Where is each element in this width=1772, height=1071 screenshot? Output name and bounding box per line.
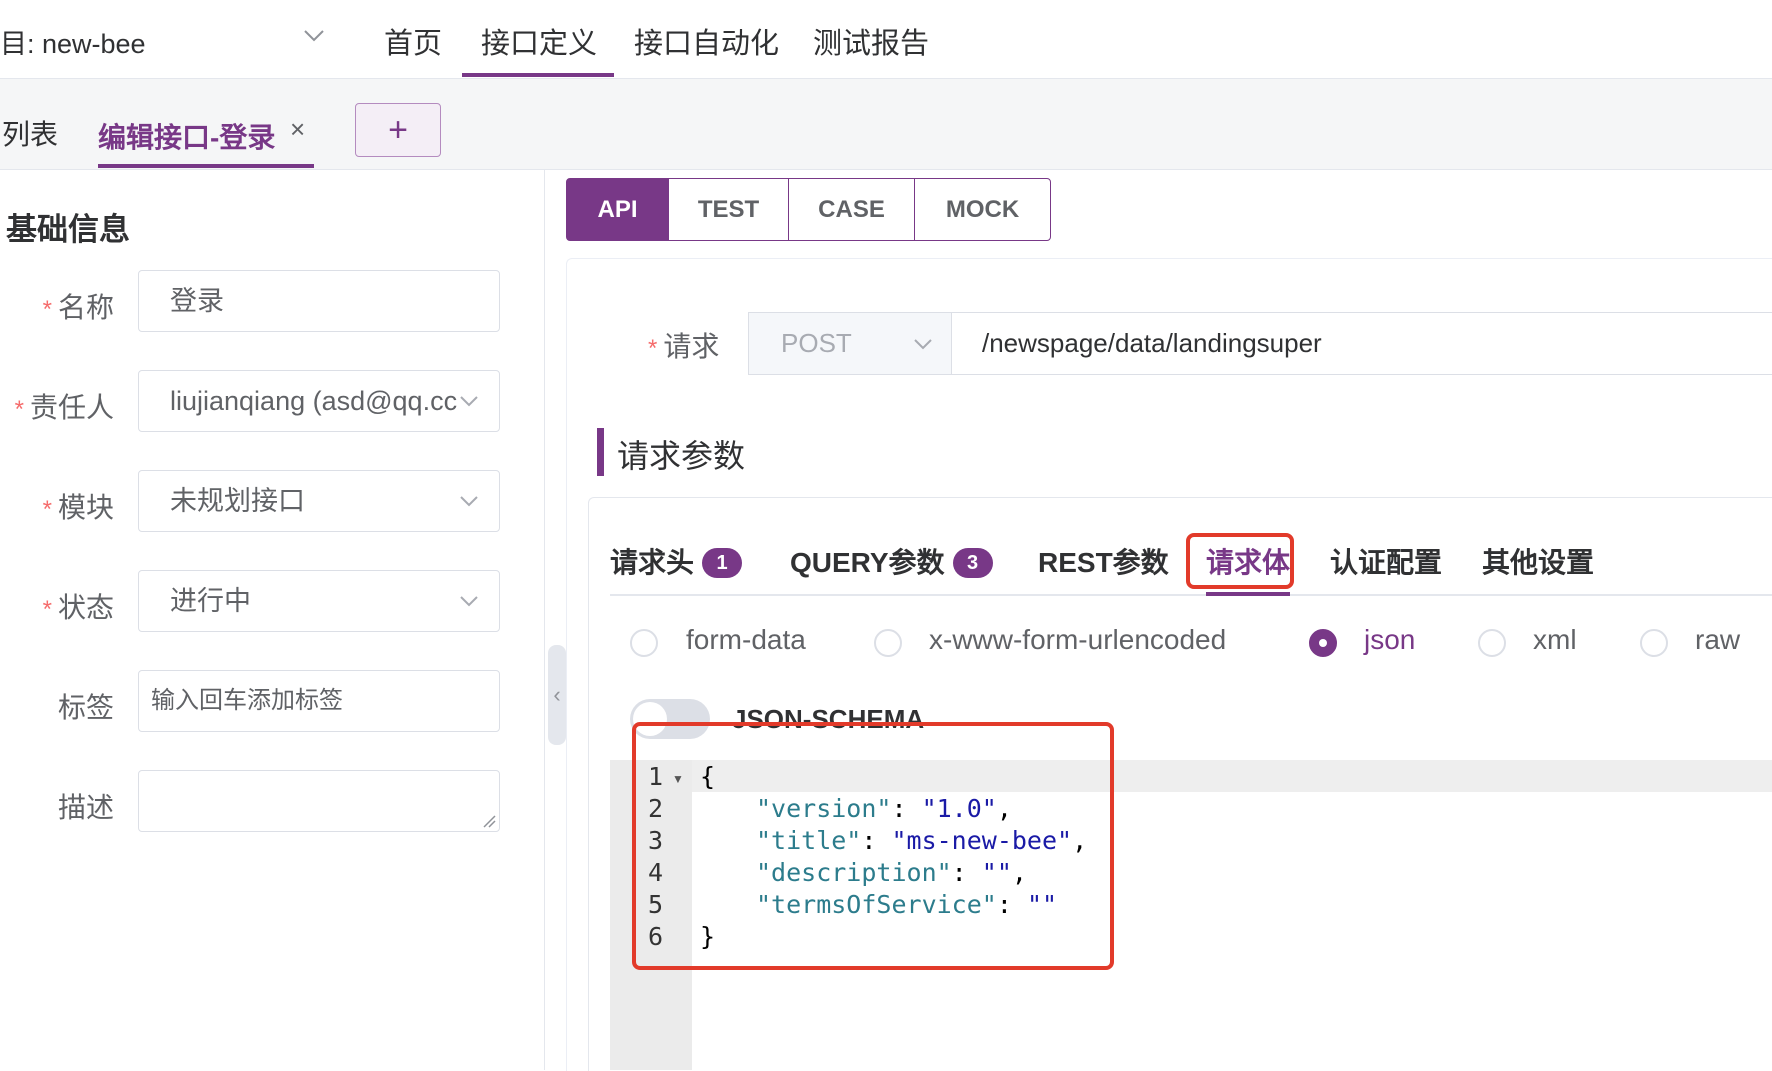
description-textarea[interactable] — [138, 770, 500, 832]
section-accent-bar — [597, 428, 604, 476]
close-icon[interactable]: × — [290, 114, 305, 145]
headers-count-badge: 1 — [702, 548, 743, 578]
module-select[interactable]: 未规划接口 — [138, 470, 500, 532]
panel-splitter[interactable]: ‹ — [548, 645, 566, 745]
radio-raw[interactable] — [1640, 629, 1668, 657]
tab-active-indicator — [98, 164, 314, 168]
nav-tab-api-definition[interactable]: 接口定义 — [481, 20, 597, 62]
tab-request-headers[interactable]: 请求头 1 — [610, 541, 743, 581]
tab-active-indicator — [1206, 592, 1290, 596]
highlight-box-body-tab — [1186, 533, 1294, 589]
tags-input[interactable]: 输入回车添加标签 — [138, 670, 500, 732]
module-label: * 模块 — [42, 492, 114, 523]
add-tab-button[interactable]: + — [355, 103, 441, 157]
nav-tab-api-automation[interactable]: 接口自动化 — [634, 20, 779, 62]
tabs-divider — [610, 594, 1772, 596]
radio-label-x-www-form-urlencoded[interactable]: x-www-form-urlencoded — [929, 624, 1226, 656]
name-label: * 名称 — [42, 292, 114, 323]
chevron-down-icon[interactable] — [302, 26, 326, 46]
chevron-down-icon — [914, 339, 932, 350]
mode-tab-api[interactable]: API — [566, 178, 669, 241]
owner-value: liujianqiang (asd@qq.cc — [170, 386, 458, 416]
request-params-title: 请求参数 — [617, 438, 746, 474]
query-count-badge: 3 — [952, 548, 993, 578]
nav-tab-test-report[interactable]: 测试报告 — [813, 20, 929, 62]
tab-edit-api-login[interactable]: 编辑接口-登录 — [98, 116, 275, 156]
status-select[interactable]: 进行中 — [138, 570, 500, 632]
mode-tab-mock[interactable]: MOCK — [914, 178, 1051, 241]
owner-label: * 责任人 — [14, 392, 114, 423]
tab-rest-params[interactable]: REST参数 — [1038, 541, 1169, 581]
method-select[interactable]: POST — [748, 312, 952, 375]
tags-label: 标签 — [57, 692, 114, 723]
tab-list[interactable]: 列表 — [2, 113, 58, 153]
highlight-box-json-body — [632, 722, 1114, 970]
basic-info-title: 基础信息 — [6, 212, 130, 247]
project-selector[interactable]: 目: new-bee — [0, 22, 146, 61]
chevron-down-icon — [460, 496, 478, 507]
status-label: * 状态 — [42, 592, 114, 623]
radio-label-raw[interactable]: raw — [1695, 624, 1740, 656]
request-label: * 请求 — [648, 331, 720, 362]
radio-xml[interactable] — [1478, 629, 1506, 657]
resize-grip-icon[interactable] — [482, 814, 496, 828]
url-input[interactable]: /newspage/data/landingsuper — [951, 312, 1772, 375]
radio-label-json[interactable]: json — [1364, 624, 1415, 656]
chevron-down-icon — [460, 596, 478, 607]
name-field[interactable]: 登录 — [138, 270, 500, 332]
tab-other-settings[interactable]: 其他设置 — [1482, 541, 1594, 581]
tab-query-params[interactable]: QUERY参数 3 — [790, 541, 993, 581]
nav-tab-home[interactable]: 首页 — [384, 20, 442, 62]
description-label: 描述 — [57, 792, 114, 823]
chevron-down-icon — [460, 396, 478, 407]
method-value: POST — [781, 328, 852, 358]
radio-form-data[interactable] — [630, 629, 658, 657]
tab-auth-config[interactable]: 认证配置 — [1330, 541, 1442, 581]
status-value: 进行中 — [170, 586, 251, 616]
mode-tab-test[interactable]: TEST — [668, 178, 789, 241]
radio-label-form-data[interactable]: form-data — [686, 624, 806, 656]
mode-tab-case[interactable]: CASE — [788, 178, 915, 241]
nav-active-indicator — [462, 73, 614, 77]
owner-select[interactable]: liujianqiang (asd@qq.cc — [138, 370, 500, 432]
radio-x-www-form-urlencoded[interactable] — [874, 629, 902, 657]
module-value: 未规划接口 — [170, 486, 305, 516]
radio-json[interactable] — [1309, 629, 1337, 657]
radio-label-xml[interactable]: xml — [1533, 624, 1577, 656]
